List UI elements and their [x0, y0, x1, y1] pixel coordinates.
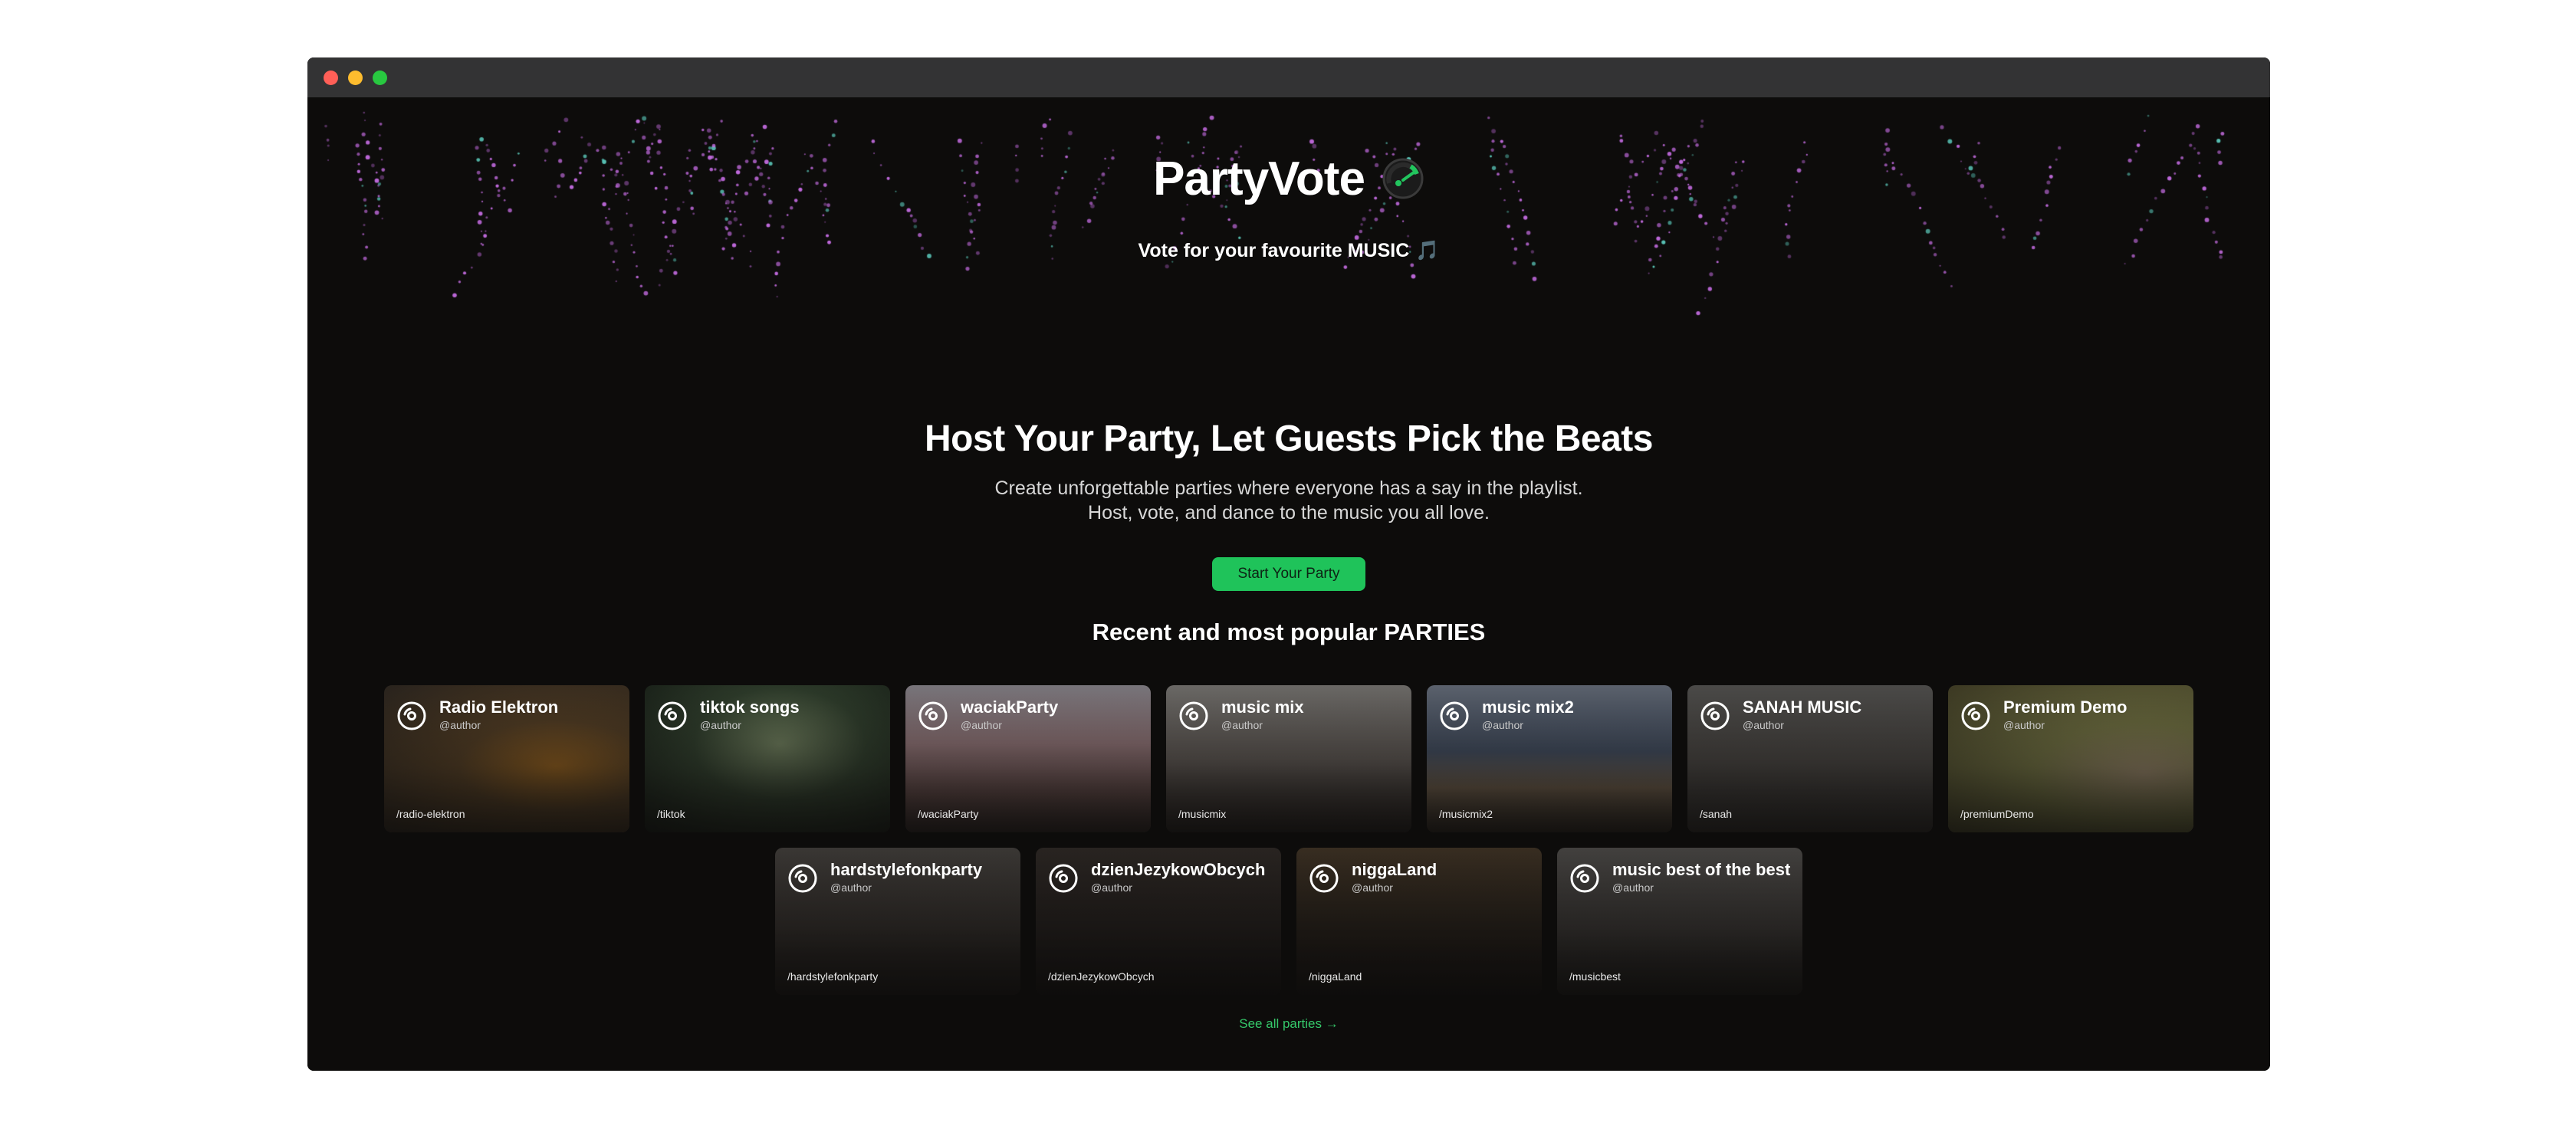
party-card[interactable]: music mix2 @author /musicmix2: [1427, 685, 1672, 832]
parties-section-title: Recent and most popular PARTIES: [1092, 619, 1486, 645]
party-author: @author: [2003, 719, 2045, 731]
party-card[interactable]: music best of the best @author /musicbes…: [1557, 848, 1802, 995]
party-slug: /tiktok: [657, 808, 685, 820]
party-author: @author: [1221, 719, 1263, 731]
party-author: @author: [1612, 881, 1654, 894]
party-author: @author: [1352, 881, 1393, 894]
disc-icon: [1179, 701, 1208, 730]
tagline: Vote for your favourite MUSIC 🎵: [307, 240, 2270, 262]
party-card[interactable]: SANAH MUSIC @author /sanah: [1687, 685, 1933, 832]
party-slug: /premiumDemo: [1960, 808, 2034, 820]
party-slug: /waciakParty: [918, 808, 979, 820]
disc-icon: [788, 864, 817, 893]
maximize-window-button[interactable]: [373, 71, 387, 85]
party-card[interactable]: tiktok songs @author /tiktok: [645, 685, 890, 832]
speedometer-icon: [1382, 158, 1424, 199]
party-slug: /radio-elektron: [396, 808, 465, 820]
party-author: @author: [1743, 719, 1784, 731]
disc-icon: [1049, 864, 1078, 893]
disc-icon: [918, 701, 948, 730]
window-titlebar: [307, 57, 2270, 97]
party-author: @author: [961, 719, 1002, 731]
party-author: @author: [830, 881, 872, 894]
party-slug: /sanah: [1700, 808, 1733, 820]
disc-icon: [658, 701, 687, 730]
see-all-parties-link[interactable]: See all parties →: [307, 1016, 2270, 1032]
brand: PartyVote: [307, 146, 2270, 211]
hero-title: Host Your Party, Let Guests Pick the Bea…: [925, 418, 1653, 459]
disc-icon: [1570, 864, 1599, 893]
party-card[interactable]: Premium Demo @author /premiumDemo: [1948, 685, 2193, 832]
party-author: @author: [439, 719, 481, 731]
particle-background: [307, 97, 2270, 373]
party-slug: /dzienJezykowObcych: [1048, 970, 1155, 983]
party-author: @author: [1482, 719, 1523, 731]
party-title: SANAH MUSIC: [1743, 697, 1862, 717]
start-party-button[interactable]: Start Your Party: [1212, 557, 1365, 591]
party-slug: /musicbest: [1569, 970, 1621, 983]
party-title: Premium Demo: [2003, 697, 2128, 717]
app-title: PartyVote: [1153, 152, 1365, 205]
party-title: hardstylefonkparty: [830, 860, 983, 879]
party-card[interactable]: niggaLand @author /niggaLand: [1296, 848, 1542, 995]
party-card[interactable]: music mix @author /musicmix: [1166, 685, 1411, 832]
party-card[interactable]: dzienJezykowObcych @author /dzienJezykow…: [1036, 848, 1281, 995]
party-slug: /niggaLand: [1309, 970, 1362, 983]
party-title: music mix: [1221, 697, 1304, 717]
party-author: @author: [1091, 881, 1132, 894]
party-title: Radio Elektron: [439, 697, 559, 717]
disc-icon: [397, 701, 426, 730]
browser-window: PartyVote Vote for your favourite MUSIC 🎵…: [307, 57, 2270, 1071]
party-title: tiktok songs: [700, 697, 800, 717]
party-slug: /hardstylefonkparty: [787, 970, 879, 983]
music-note-icon: 🎵: [1415, 240, 1440, 261]
disc-icon: [1440, 701, 1469, 730]
close-window-button[interactable]: [324, 71, 338, 85]
party-author: @author: [700, 719, 741, 731]
party-card[interactable]: hardstylefonkparty @author /hardstylefon…: [775, 848, 1020, 995]
party-card[interactable]: waciakParty @author /waciakParty: [905, 685, 1151, 832]
disc-icon: [1309, 864, 1339, 893]
minimize-window-button[interactable]: [348, 71, 363, 85]
party-title: music best of the best: [1612, 860, 1791, 879]
page-content: PartyVote Vote for your favourite MUSIC 🎵…: [307, 97, 2270, 1071]
disc-icon: [1961, 701, 1990, 730]
disc-icon: [1700, 701, 1730, 730]
party-title: dzienJezykowObcych: [1091, 860, 1266, 879]
hero-description: Create unforgettable parties where every…: [994, 478, 1583, 523]
party-slug: /musicmix2: [1439, 808, 1493, 820]
party-title: music mix2: [1482, 697, 1574, 717]
party-title: niggaLand: [1352, 860, 1438, 879]
tagline-text: Vote for your favourite MUSIC: [1138, 240, 1410, 261]
party-title: waciakParty: [961, 697, 1059, 717]
party-card[interactable]: Radio Elektron @author /radio-elektron: [384, 685, 629, 832]
party-slug: /musicmix: [1178, 808, 1227, 820]
